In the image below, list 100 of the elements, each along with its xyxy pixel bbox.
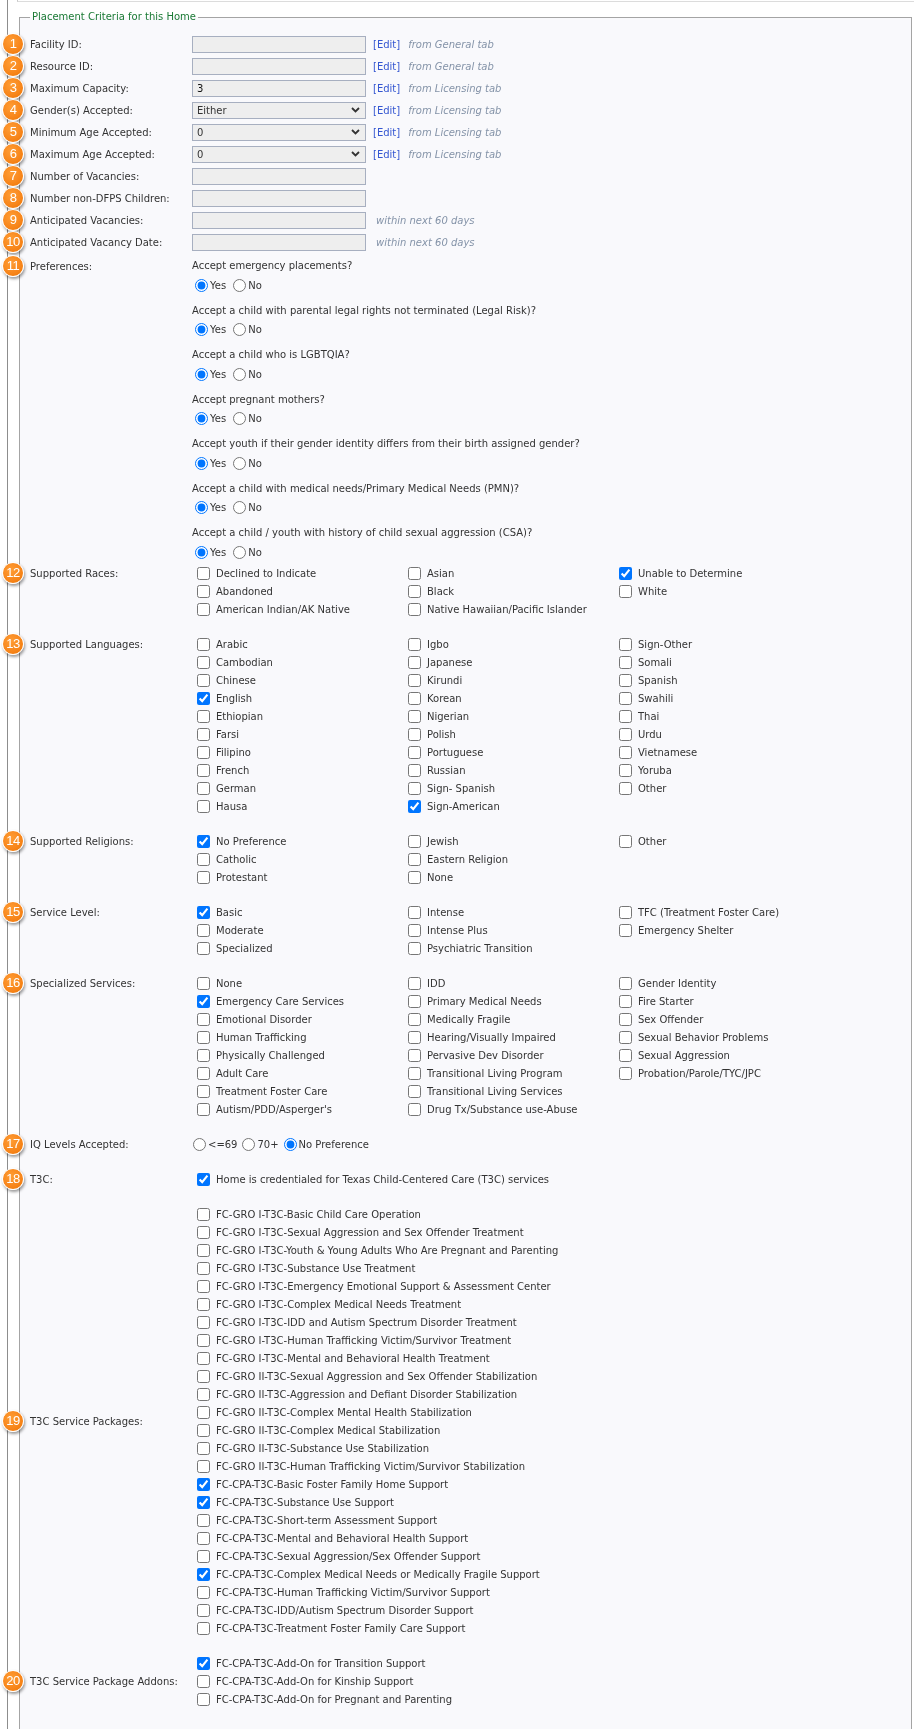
checkbox[interactable] xyxy=(619,1012,632,1026)
checkbox[interactable] xyxy=(197,1674,210,1688)
checkbox[interactable] xyxy=(197,1012,210,1026)
option-label[interactable]: Thai xyxy=(638,710,660,722)
option-label[interactable]: Chinese xyxy=(216,674,256,686)
checkbox[interactable] xyxy=(197,1243,210,1257)
option-label[interactable]: Hearing/Visually Impaired xyxy=(427,1031,556,1043)
checkbox[interactable] xyxy=(197,1102,210,1116)
checkbox[interactable] xyxy=(197,923,210,937)
checkbox[interactable] xyxy=(197,1656,210,1670)
option-label[interactable]: Yes xyxy=(210,279,227,291)
option-label[interactable]: Intense xyxy=(427,906,465,918)
dropdown[interactable]: Either xyxy=(192,101,366,119)
checkbox[interactable] xyxy=(197,1441,210,1455)
checkbox[interactable] xyxy=(408,870,421,884)
option-label[interactable]: FC-CPA-T3C-Human Trafficking Victim/Survivor Support xyxy=(216,1586,490,1598)
checkbox[interactable] xyxy=(197,941,210,955)
dropdown[interactable]: 0 xyxy=(192,145,366,163)
option-label[interactable]: Arabic xyxy=(216,638,248,650)
checkbox[interactable] xyxy=(197,727,210,741)
option-label[interactable]: Sign- Spanish xyxy=(427,782,496,794)
checkbox[interactable] xyxy=(408,602,421,616)
option-label[interactable]: Adult Care xyxy=(216,1067,269,1079)
option-label[interactable]: No xyxy=(248,546,262,558)
checkbox[interactable] xyxy=(619,781,632,795)
text-field[interactable] xyxy=(192,167,366,185)
radio-button[interactable] xyxy=(233,545,247,559)
option-label[interactable]: Human Trafficking xyxy=(216,1031,307,1043)
checkbox[interactable] xyxy=(197,834,210,848)
option-label[interactable]: FC-GRO II-T3C-Aggression and Defiant Disorder Stabilization xyxy=(216,1388,518,1400)
option-label[interactable]: FC-GRO II-T3C-Complex Mental Health Stabilization xyxy=(216,1406,472,1418)
radio-button[interactable] xyxy=(233,501,247,514)
checkbox[interactable] xyxy=(619,745,632,759)
checkbox[interactable] xyxy=(197,781,210,795)
radio-button[interactable] xyxy=(195,278,208,292)
radio-button[interactable] xyxy=(233,367,247,381)
option-label[interactable]: Russian xyxy=(427,764,466,776)
option-label[interactable]: Farsi xyxy=(216,728,240,740)
checkbox[interactable] xyxy=(197,1225,210,1239)
option-label[interactable]: Cambodian xyxy=(216,656,273,668)
option-label[interactable]: FC-GRO I-T3C-Mental and Behavioral Health Treatment xyxy=(216,1352,490,1364)
option-label[interactable]: Probation/Parole/TYC/JPC xyxy=(638,1067,761,1079)
checkbox[interactable] xyxy=(197,1549,210,1563)
checkbox[interactable] xyxy=(408,584,421,598)
option-label[interactable]: Emergency Shelter xyxy=(638,924,734,936)
checkbox[interactable] xyxy=(197,709,210,723)
checkbox[interactable] xyxy=(197,1585,210,1599)
option-label[interactable]: FC-GRO II-T3C-Complex Medical Stabilization xyxy=(216,1424,441,1436)
option-label[interactable]: FC-GRO I-T3C-Emergency Emotional Support & Assessment Center xyxy=(216,1280,551,1292)
checkbox[interactable] xyxy=(197,1603,210,1617)
option-label[interactable]: FC-CPA-T3C-Short-term Assessment Support xyxy=(216,1514,438,1526)
option-label[interactable]: Autism/PDD/Asperger's xyxy=(216,1103,333,1115)
option-label[interactable]: Ethiopian xyxy=(216,710,264,722)
checkbox[interactable] xyxy=(619,763,632,777)
option-label[interactable]: Yes xyxy=(210,413,227,424)
radio-button[interactable] xyxy=(195,412,208,425)
checkbox[interactable] xyxy=(408,655,421,669)
edit-link[interactable]: [Edit] xyxy=(373,38,401,50)
checkbox[interactable] xyxy=(408,923,421,937)
option-label[interactable]: FC-CPA-T3C-Add-On for Kinship Support xyxy=(216,1675,414,1687)
edit-link[interactable]: [Edit] xyxy=(373,126,401,138)
option-label[interactable]: No xyxy=(248,279,262,291)
option-label[interactable]: Fire Starter xyxy=(638,995,694,1007)
option-label[interactable]: FC-GRO I-T3C-Substance Use Treatment xyxy=(216,1262,416,1274)
radio-button[interactable] xyxy=(233,412,247,425)
radio-button[interactable] xyxy=(233,278,247,292)
option-label[interactable]: Korean xyxy=(427,692,462,704)
option-label[interactable]: <=69 xyxy=(208,1138,238,1150)
checkbox[interactable] xyxy=(197,1279,210,1293)
option-label[interactable]: 70+ xyxy=(257,1138,279,1150)
checkbox[interactable] xyxy=(197,673,210,687)
option-label[interactable]: No Preference xyxy=(298,1138,369,1150)
option-label[interactable]: White xyxy=(638,585,668,597)
option-label[interactable]: French xyxy=(216,764,250,776)
option-label[interactable]: Transitional Living Services xyxy=(427,1085,563,1097)
option-label[interactable]: None xyxy=(216,977,243,989)
option-label[interactable]: Specialized xyxy=(216,942,273,954)
option-label[interactable]: FC-GRO I-T3C-IDD and Autism Spectrum Disorder Treatment xyxy=(216,1316,517,1328)
checkbox[interactable] xyxy=(408,781,421,795)
option-label[interactable]: Portuguese xyxy=(427,746,484,758)
option-label[interactable]: Transitional Living Program xyxy=(427,1067,563,1079)
option-label[interactable]: Jewish xyxy=(427,835,459,847)
option-label[interactable]: FC-CPA-T3C-Mental and Behavioral Health Support xyxy=(216,1532,469,1544)
checkbox[interactable] xyxy=(619,994,632,1008)
checkbox[interactable] xyxy=(408,566,421,580)
checkbox[interactable] xyxy=(197,1261,210,1275)
checkbox[interactable] xyxy=(197,637,210,651)
checkbox[interactable] xyxy=(619,976,632,990)
checkbox[interactable] xyxy=(197,905,210,919)
option-label[interactable]: Spanish xyxy=(638,674,678,686)
option-label[interactable]: IDD xyxy=(427,977,446,989)
option-label[interactable]: Yes xyxy=(210,324,227,335)
option-label[interactable]: Urdu xyxy=(638,728,662,740)
text-field[interactable] xyxy=(192,233,366,251)
option-label[interactable]: FC-CPA-T3C-IDD/Autism Spectrum Disorder Support xyxy=(216,1604,474,1616)
option-label[interactable]: Nigerian xyxy=(427,710,470,722)
option-label[interactable]: Sexual Behavior Problems xyxy=(638,1031,769,1043)
option-label[interactable]: FC-GRO I-T3C-Complex Medical Needs Treatment xyxy=(216,1298,462,1310)
option-label[interactable]: FC-CPA-T3C-Sexual Aggression/Sex Offender Support xyxy=(216,1550,481,1562)
checkbox[interactable] xyxy=(197,799,210,813)
